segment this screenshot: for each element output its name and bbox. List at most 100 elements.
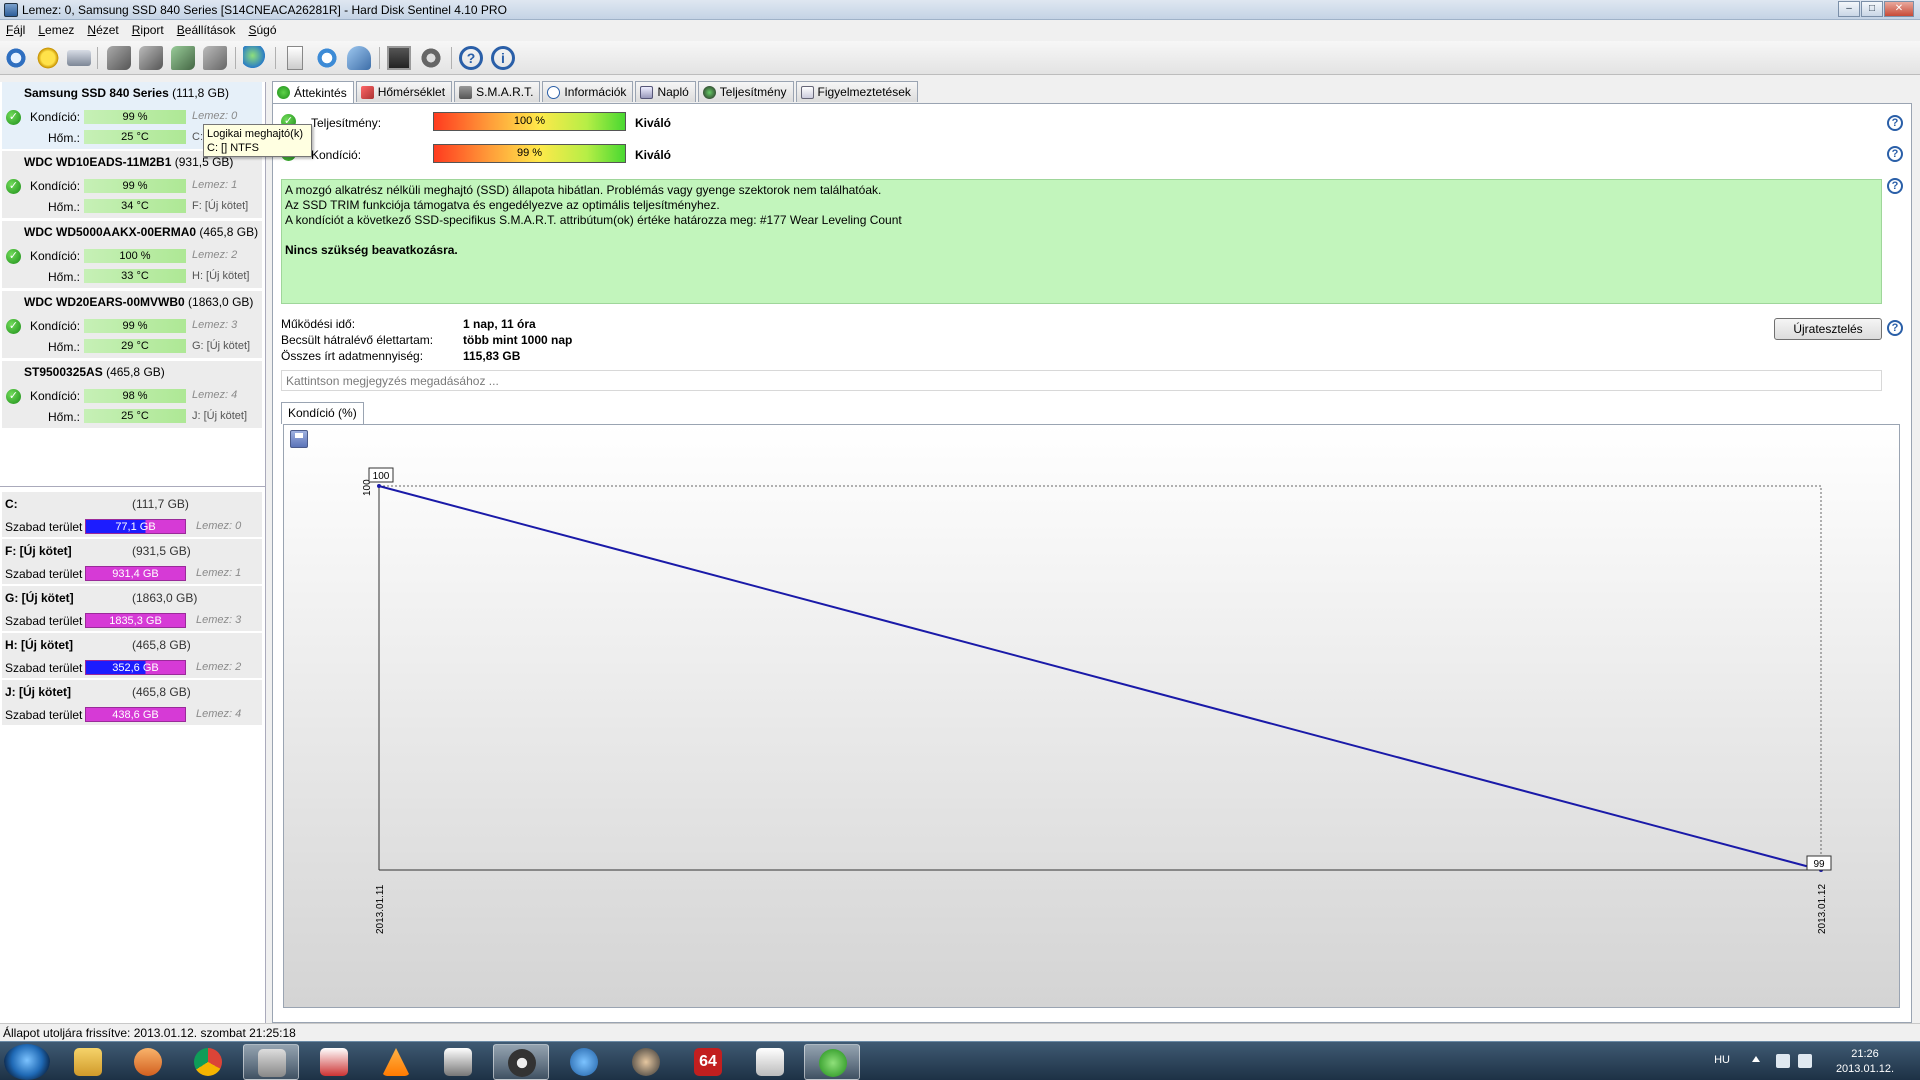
volume-name: J: [Új kötet] [5, 685, 71, 699]
tool2-icon[interactable] [139, 46, 163, 70]
language-indicator[interactable]: HU [1714, 1054, 1730, 1066]
performance-row: ✓ Teljesítmény: 100 % Kiváló [281, 112, 981, 134]
tab-performance[interactable]: Teljesítmény [697, 81, 794, 102]
menu-disk[interactable]: Lemez [34, 23, 83, 37]
free-space-label: Szabad terület [5, 708, 83, 722]
thermometer-icon [360, 85, 374, 99]
tray-expand-icon[interactable] [1752, 1056, 1760, 1062]
message-line: Az SSD TRIM funkciója támogatva és enged… [285, 198, 720, 212]
volume-item[interactable]: G: [Új kötet] (1863,0 GB) Szabad terület… [2, 586, 262, 632]
tool3-icon[interactable] [171, 46, 195, 70]
temp-label: Hőm.: [48, 410, 81, 424]
tab-alerts[interactable]: Figyelmeztetések [795, 81, 918, 102]
tab-log[interactable]: Napló [635, 81, 696, 102]
disk-number: Lemez: 3 [196, 614, 242, 626]
temp-label: Hőm.: [48, 131, 81, 145]
tab-temperature[interactable]: Hőmérséklet [355, 81, 453, 102]
help-icon[interactable]: ? [1887, 146, 1903, 162]
message-line: A mozgó alkatrész nélküli meghajtó (SSD)… [285, 183, 882, 197]
disk-item[interactable]: WDC WD10EADS-11M2B1 (931,5 GB) ✓ Kondíci… [2, 151, 262, 219]
help-icon[interactable]: ? [1887, 320, 1903, 336]
volume-name: G: [Új kötet] [5, 591, 74, 605]
help-icon[interactable]: ? [1887, 115, 1903, 131]
movie-icon[interactable] [430, 1044, 486, 1080]
close-button[interactable]: ✕ [1884, 1, 1914, 17]
start-button[interactable] [4, 1044, 50, 1080]
info-icon [547, 85, 561, 99]
settings-icon[interactable] [419, 46, 443, 70]
hdsentinel-icon[interactable] [243, 1044, 299, 1080]
menu-file[interactable]: Fájl [2, 23, 34, 37]
written-value: 115,83 GB [463, 349, 521, 363]
disk-item[interactable]: ST9500325AS (465,8 GB) ✓ Kondíció: 98 % … [2, 361, 262, 429]
monitor-icon[interactable] [387, 46, 411, 70]
tool1-icon[interactable] [107, 46, 131, 70]
media-icon[interactable] [120, 1044, 176, 1080]
condition-label: Kondíció: [30, 110, 81, 124]
menu-settings[interactable]: Beállítások [173, 23, 245, 37]
retest-button[interactable]: Újratesztelés [1774, 318, 1882, 340]
network-tray-icon[interactable] [1776, 1054, 1790, 1068]
volume-item[interactable]: J: [Új kötet] (465,8 GB) Szabad terület … [2, 680, 262, 726]
uptime-value: 1 nap, 11 óra [463, 317, 536, 331]
disk-number: Lemez: 3 [192, 319, 238, 331]
volume-tray-icon[interactable] [1798, 1054, 1812, 1068]
message-line: A kondíciót a következő SSD-specifikus S… [285, 213, 902, 227]
tool4-icon[interactable] [203, 46, 227, 70]
vlc-icon[interactable] [368, 1044, 424, 1080]
explorer-icon[interactable] [60, 1044, 116, 1080]
tab-information[interactable]: Információk [542, 81, 634, 102]
help-icon[interactable]: ? [459, 46, 483, 70]
left-panel: Samsung SSD 840 Series (111,8 GB) ✓ Kond… [0, 82, 266, 1080]
overview-panel: ✓ Teljesítmény: 100 % Kiváló ✓ Kondíció:… [272, 103, 1912, 1023]
steam-icon[interactable] [493, 1044, 549, 1080]
disk-number: Lemez: 4 [192, 389, 238, 401]
aida64-icon[interactable]: 64 [680, 1044, 736, 1080]
globe-icon[interactable] [243, 46, 267, 70]
condition-bar: 99 % [84, 110, 186, 124]
tab-smart[interactable]: S.M.A.R.T. [454, 81, 541, 102]
volume-item[interactable]: C: (111,7 GB) Szabad terület 77,1 GB Lem… [2, 492, 262, 538]
volume-item[interactable]: H: [Új kötet] (465,8 GB) Szabad terület … [2, 633, 262, 679]
volume-name: C: [5, 497, 18, 511]
volume-size: (111,7 GB) [132, 497, 189, 511]
notes-icon[interactable] [306, 1044, 362, 1080]
log-icon [640, 85, 654, 99]
info-icon[interactable]: i [491, 46, 515, 70]
sync-icon[interactable] [315, 46, 339, 70]
disk-size: (465,8 GB) [199, 225, 259, 239]
volume-size: (465,8 GB) [132, 685, 191, 699]
utorrent-icon[interactable] [804, 1044, 860, 1080]
volume-name: H: [Új kötet] [5, 638, 73, 652]
menu-help[interactable]: Súgó [244, 23, 285, 37]
report-icon[interactable] [283, 46, 307, 70]
clock[interactable]: 21:26 2013.01.12. [1830, 1047, 1900, 1077]
menu-report[interactable]: Riport [128, 23, 173, 37]
flash-icon[interactable] [556, 1044, 612, 1080]
performance-bar: 100 % [433, 112, 626, 131]
disk-icon[interactable] [67, 46, 91, 70]
refresh-icon[interactable] [4, 46, 28, 70]
tab-condition-chart[interactable]: Kondíció (%) [281, 402, 364, 424]
disk-size: (111,8 GB) [172, 86, 230, 100]
volume-item[interactable]: F: [Új kötet] (931,5 GB) Szabad terület … [2, 539, 262, 585]
tool-icon[interactable] [742, 1044, 798, 1080]
avatar-icon[interactable] [618, 1044, 674, 1080]
condition-bar: 99 % [84, 179, 186, 193]
menu-view[interactable]: Nézet [83, 23, 127, 37]
note-input[interactable]: Kattintson megjegyzés megadásához ... [281, 370, 1882, 391]
tab-overview[interactable]: Áttekintés [272, 81, 354, 103]
volume-size: (931,5 GB) [132, 544, 191, 558]
minimize-button[interactable]: – [1838, 1, 1860, 17]
clock-date: 2013.01.12. [1835, 1063, 1895, 1075]
disk-number: Lemez: 0 [196, 520, 242, 532]
x-tick-label: 2013.01.11 [375, 884, 386, 934]
maximize-button[interactable]: □ [1861, 1, 1883, 17]
network-icon[interactable] [347, 46, 371, 70]
disk-item[interactable]: WDC WD20EARS-00MVWB0 (1863,0 GB) ✓ Kondí… [2, 291, 262, 359]
alert-icon[interactable] [36, 46, 60, 70]
chrome-icon[interactable] [180, 1044, 236, 1080]
help-icon[interactable]: ? [1887, 178, 1903, 194]
disk-item[interactable]: WDC WD5000AAKX-00ERMA0 (465,8 GB) ✓ Kond… [2, 221, 262, 289]
condition-bar: 98 % [84, 389, 186, 403]
